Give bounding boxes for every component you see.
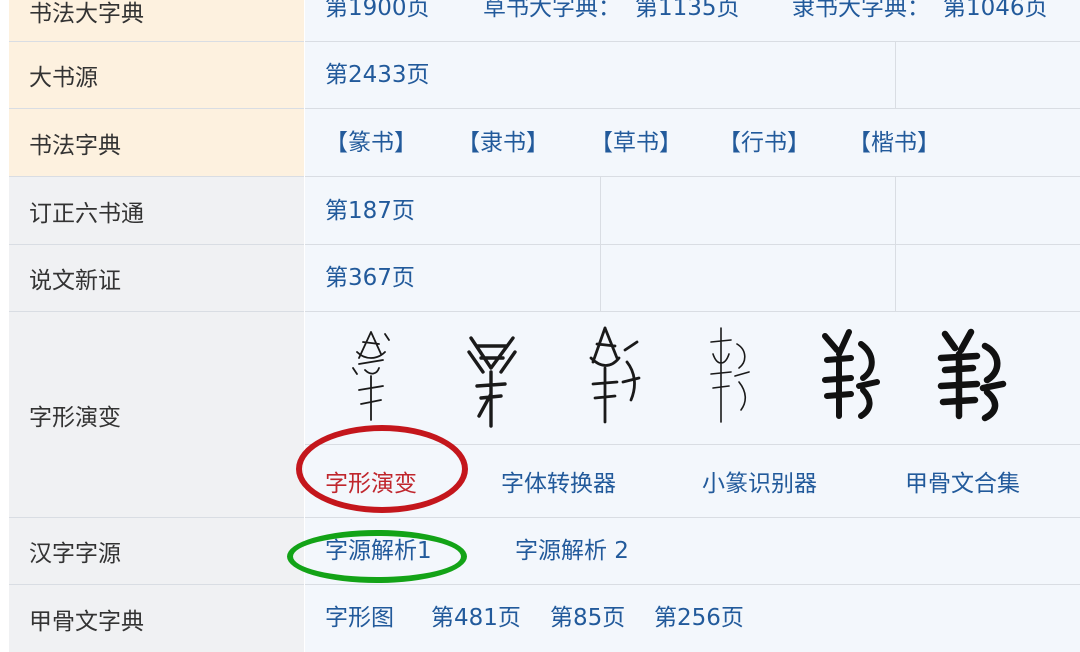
row-label-text: 订正六书通 bbox=[29, 200, 144, 227]
jiagu-page-481-link[interactable]: 第481页 bbox=[431, 604, 521, 632]
row-content-dingzheng: 第187页 bbox=[305, 177, 1080, 245]
seal-recognizer-link[interactable]: 小篆识别器 bbox=[702, 470, 817, 498]
shufa-page-link[interactable]: 第1900页 bbox=[325, 0, 430, 22]
row-label-text: 说文新证 bbox=[29, 268, 121, 294]
row-label-dashuyuan: 大书源 bbox=[9, 42, 304, 109]
column-divider bbox=[895, 177, 896, 312]
glyph-seal-thin-icon[interactable] bbox=[703, 322, 755, 426]
dingzheng-page-link[interactable]: 第187页 bbox=[325, 197, 415, 225]
column-divider bbox=[600, 177, 601, 312]
caoshu-page-link[interactable]: 第1135页 bbox=[635, 0, 740, 22]
row-content-hanzi: 字源解析1 字源解析 2 bbox=[305, 518, 1080, 585]
row-label-dingzheng: 订正六书通 bbox=[9, 177, 304, 245]
row-content-jiagu: 字形图 第481页 第85页 第256页 bbox=[305, 585, 1080, 652]
style-regular-link[interactable]: 【楷书】 bbox=[848, 129, 940, 157]
dictionary-table: 书法大字典 第1900页 草书大字典： 第1135页 隶书大字典： 第1046页… bbox=[0, 0, 1080, 652]
row-label-shufa-zidian: 书法字典 bbox=[9, 109, 304, 177]
oracle-collection-link[interactable]: 甲骨文合集 bbox=[905, 470, 1020, 498]
style-clerical-link[interactable]: 【隶书】 bbox=[457, 129, 549, 157]
etymology-analysis-1-link[interactable]: 字源解析1 bbox=[325, 537, 432, 565]
row-label-zixing: 字形演变 bbox=[9, 312, 304, 518]
etymology-analysis-2-link[interactable]: 字源解析 2 bbox=[515, 537, 629, 565]
lishu-page-link[interactable]: 第1046页 bbox=[943, 0, 1048, 22]
row-content-shufa-dazidian: 第1900页 草书大字典： 第1135页 隶书大字典： 第1046页 bbox=[305, 0, 1080, 42]
row-content-shuowen: 第367页 bbox=[305, 245, 1080, 312]
row-label-text: 甲骨文字典 bbox=[29, 608, 144, 635]
glyph-oracle-bone-2-icon[interactable] bbox=[463, 328, 521, 430]
row-content-dashuyuan: 第2433页 bbox=[305, 42, 1080, 109]
zixing-evolution-link[interactable]: 字形演变 bbox=[325, 470, 417, 498]
row-label-shufa-dazidian: 书法大字典 bbox=[9, 0, 304, 42]
row-label-text: 汉字字源 bbox=[29, 541, 121, 567]
jiagu-page-256-link[interactable]: 第256页 bbox=[654, 604, 744, 632]
row-label-jiagu: 甲骨文字典 bbox=[9, 585, 304, 652]
dashuyuan-page-link[interactable]: 第2433页 bbox=[325, 61, 430, 89]
row-label-shuowen: 说文新证 bbox=[9, 245, 304, 312]
row-label-hanzi: 汉字字源 bbox=[9, 518, 304, 585]
row-content-shufa-zidian: 【篆书】 【隶书】 【草书】 【行书】 【楷书】 bbox=[305, 109, 1080, 177]
font-converter-link[interactable]: 字体转换器 bbox=[501, 470, 616, 498]
row-label-text: 书法大字典 bbox=[29, 0, 144, 27]
glyph-seal-bold-icon[interactable] bbox=[817, 324, 883, 422]
style-seal-link[interactable]: 【篆书】 bbox=[325, 129, 417, 157]
row-label-text: 大书源 bbox=[29, 65, 98, 91]
glyph-clerical-bold-icon[interactable] bbox=[933, 324, 1009, 422]
lishu-dictionary-label: 隶书大字典： bbox=[792, 0, 930, 21]
shuowen-page-link[interactable]: 第367页 bbox=[325, 264, 415, 292]
glyph-bronze-icon[interactable] bbox=[583, 322, 643, 428]
row-content-zixing: 字形演变 字体转换器 小篆识别器 甲骨文合集 bbox=[305, 312, 1080, 518]
caoshu-dictionary-label: 草书大字典： bbox=[483, 0, 621, 21]
style-running-link[interactable]: 【行书】 bbox=[718, 129, 810, 157]
style-cursive-link[interactable]: 【草书】 bbox=[590, 129, 682, 157]
row-label-text: 字形演变 bbox=[29, 404, 121, 431]
column-divider bbox=[895, 42, 896, 109]
glyph-oracle-bone-1-icon[interactable] bbox=[345, 324, 395, 428]
glyph-chart-link[interactable]: 字形图 bbox=[325, 604, 394, 632]
jiagu-page-85-link[interactable]: 第85页 bbox=[550, 604, 625, 632]
row-label-text: 书法字典 bbox=[29, 132, 121, 159]
